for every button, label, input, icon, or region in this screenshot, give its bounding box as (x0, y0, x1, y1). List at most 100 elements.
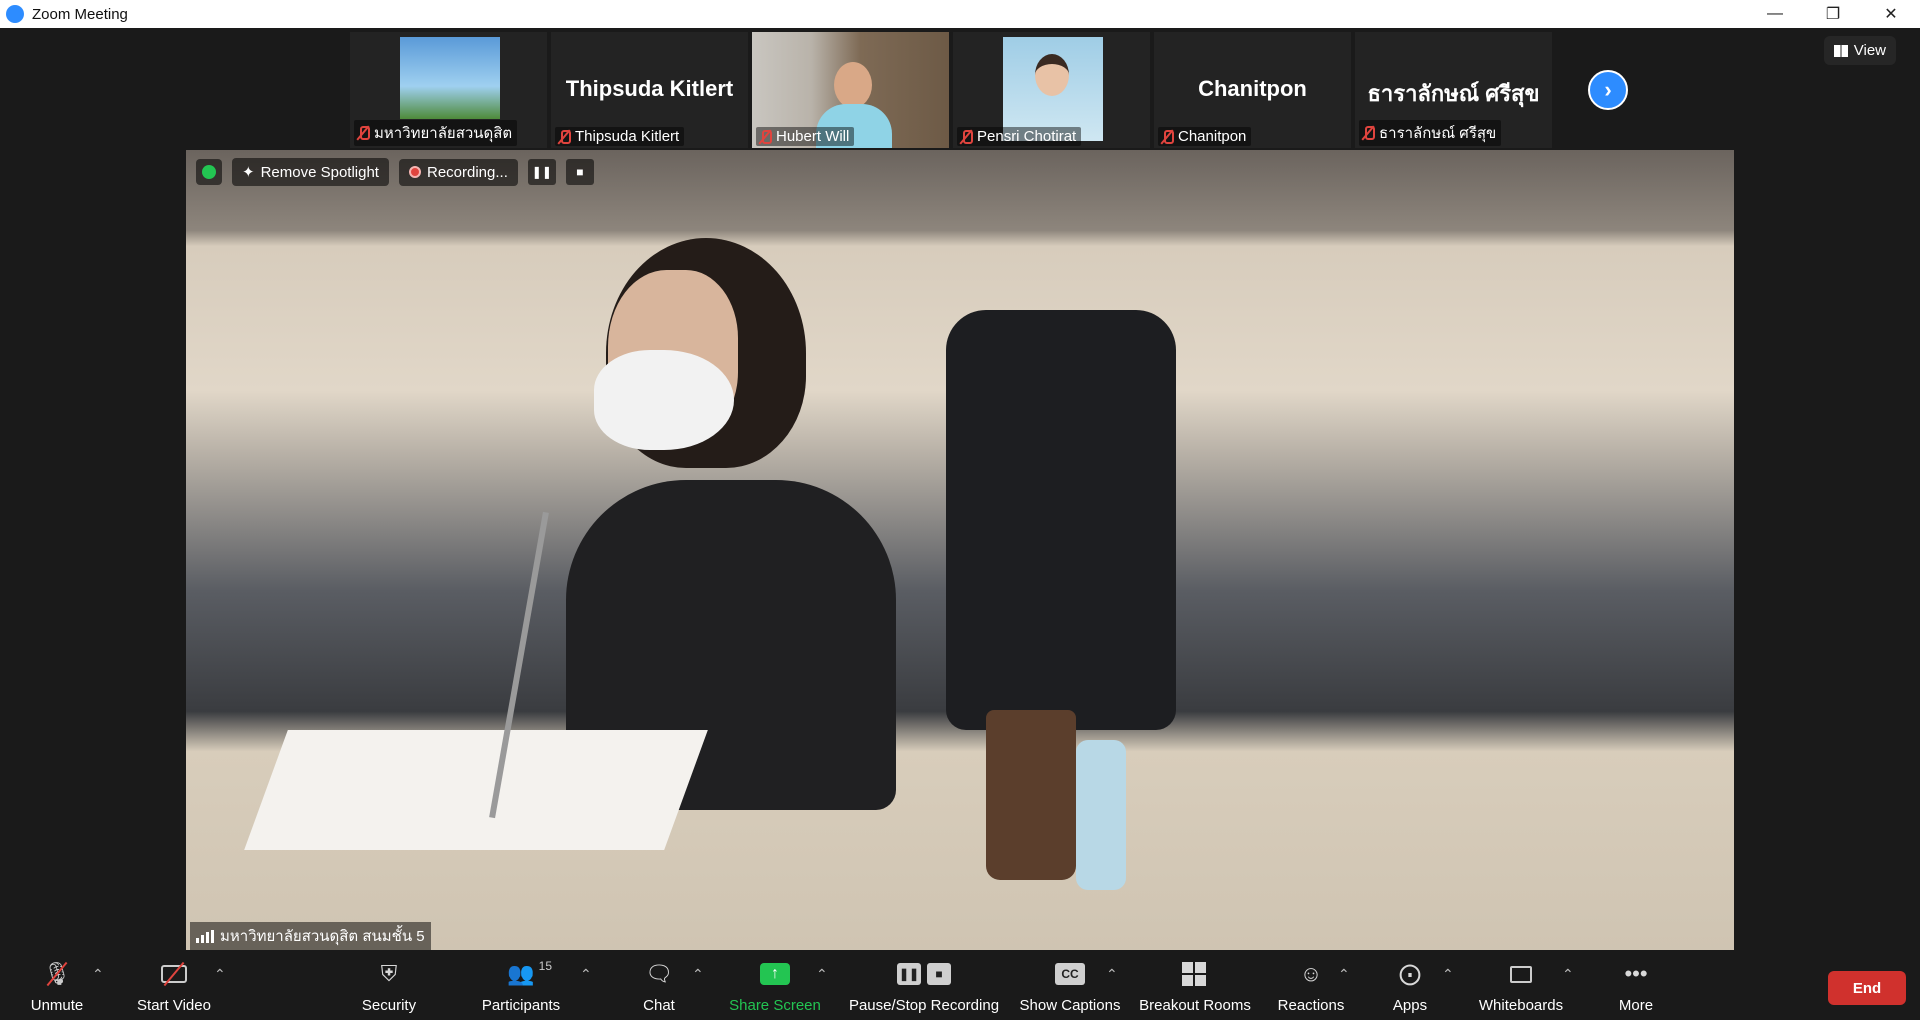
chat-bubble-icon: 🗨 (645, 961, 673, 986)
speaker-name: มหาวิทยาลัยสวนดุสิต สนมชั้น 5 (220, 928, 425, 945)
view-label: View (1853, 42, 1886, 59)
face-mask (594, 350, 734, 450)
speaker-name-tag: มหาวิทยาลัยสวนดุสิต สนมชั้น 5 (190, 922, 431, 950)
reactions-caret-icon[interactable]: ⌃ (1338, 966, 1350, 983)
tile-display-name: ธาราลักษณ์ ศรีสุข (1367, 81, 1540, 106)
more-label: More (1618, 997, 1654, 1014)
whiteboard-icon (1504, 959, 1538, 989)
breakout-rooms-label: Breakout Rooms (1139, 997, 1251, 1014)
apps-button[interactable]: ⨀ Apps (1390, 950, 1430, 1020)
restore-button[interactable]: ❐ (1804, 0, 1862, 28)
whiteboards-button[interactable]: Whiteboards (1476, 950, 1566, 1020)
tile-name-row: Chanitpon (1158, 127, 1252, 146)
remove-spotlight-button[interactable]: ✦ Remove Spotlight (232, 158, 389, 186)
whiteboards-label: Whiteboards (1478, 997, 1564, 1014)
whiteboards-caret-icon[interactable]: ⌃ (1562, 966, 1574, 983)
mic-muted-icon (1160, 129, 1174, 145)
captions-caret-icon[interactable]: ⌃ (1106, 966, 1118, 983)
shield-icon: ⛨ (380, 961, 398, 986)
smiley-icon: ☺ (1299, 961, 1323, 986)
reactions-label: Reactions (1277, 997, 1345, 1014)
chat-label: Chat (643, 997, 675, 1014)
chair-back (946, 310, 1176, 730)
tile-name: Hubert Will (776, 128, 850, 145)
show-captions-button[interactable]: CC Show Captions (1018, 950, 1122, 1020)
breakout-rooms-button[interactable]: Breakout Rooms (1138, 950, 1252, 1020)
people-icon: 👥 15 (507, 959, 552, 986)
grid-icon (1833, 44, 1848, 57)
more-button[interactable]: ••• More (1614, 950, 1658, 1020)
pause-stop-recording-label: Pause/Stop Recording (848, 997, 1000, 1014)
desk-papers (244, 730, 708, 850)
meeting-toolbar: 🎙 Unmute ⌃ Start Video ⌃ ⛨ Security 👥15 … (0, 950, 1920, 1020)
reactions-button[interactable]: ☺ Reactions (1276, 950, 1346, 1020)
mic-muted-icon (959, 129, 973, 145)
tile-name-row: Hubert Will (756, 127, 855, 146)
share-caret-icon[interactable]: ⌃ (816, 966, 828, 983)
show-captions-label: Show Captions (1019, 997, 1121, 1014)
recording-label: Recording... (426, 163, 508, 181)
title-bar: Zoom Meeting — ❐ ✕ (0, 0, 1920, 28)
participant-face (834, 62, 872, 108)
chat-button[interactable]: 🗨 Chat (634, 950, 684, 1020)
mic-muted-icon (356, 125, 370, 141)
unmute-button[interactable]: 🎙 Unmute (24, 950, 90, 1020)
tile-name-row: มหาวิทยาลัยสวนดุสิต (354, 120, 518, 146)
meeting-overlay: ✦ Remove Spotlight Recording... ❚❚ ■ (196, 158, 594, 186)
stop-recording-button[interactable]: ■ (565, 159, 594, 185)
remove-spotlight-label: Remove Spotlight (260, 163, 379, 181)
participants-count: 15 (538, 959, 552, 973)
security-label: Security (361, 997, 417, 1014)
audio-options-caret-icon[interactable]: ⌃ (92, 966, 104, 983)
tile-name: Chanitpon (1178, 128, 1247, 145)
window-controls: — ❐ ✕ (1746, 0, 1920, 28)
share-screen-button[interactable]: ↑ Share Screen (726, 950, 824, 1020)
participant-tile[interactable]: Thipsuda Kitlert Thipsuda Kitlert (551, 32, 748, 148)
participants-caret-icon[interactable]: ⌃ (580, 966, 592, 983)
zoom-logo-icon (6, 5, 24, 23)
tile-name: มหาวิทยาลัยสวนดุสิต (374, 125, 513, 142)
spotlight-video[interactable]: ✦ Remove Spotlight Recording... ❚❚ ■ มหา… (186, 150, 1734, 952)
share-arrow-icon: ↑ (760, 963, 790, 985)
start-video-button[interactable]: Start Video (132, 950, 216, 1020)
chat-caret-icon[interactable]: ⌃ (692, 966, 704, 983)
tile-name-row: ธาราลักษณ์ ศรีสุข (1359, 120, 1502, 146)
participant-tile[interactable]: มหาวิทยาลัยสวนดุสิต (350, 32, 547, 148)
mic-muted-icon (758, 129, 772, 145)
tile-display-name: Chanitpon (1198, 76, 1307, 101)
minimize-button[interactable]: — (1746, 0, 1804, 28)
meeting-area: มหาวิทยาลัยสวนดุสิต Thipsuda Kitlert Thi… (0, 28, 1920, 952)
recording-icon (408, 166, 421, 178)
pause-stop-recording-button[interactable]: ❚❚ ■ Pause/Stop Recording (846, 950, 1002, 1020)
pause-icon: ❚❚ (531, 165, 552, 179)
end-meeting-button[interactable]: End (1828, 971, 1906, 1005)
pause-stop-icon: ❚❚ ■ (894, 959, 954, 989)
view-button[interactable]: View (1823, 36, 1896, 65)
pin-icon: ✦ (242, 164, 255, 181)
apps-caret-icon[interactable]: ⌃ (1442, 966, 1454, 983)
share-screen-label: Share Screen (729, 997, 821, 1014)
unmute-label: Unmute (30, 997, 84, 1014)
participant-face (1035, 54, 1069, 96)
mic-muted-icon (557, 129, 571, 145)
participant-tile[interactable]: Pensri Chotirat (953, 32, 1150, 148)
participants-button[interactable]: 👥 15 Participants (476, 950, 566, 1020)
security-button[interactable]: ⛨ Security (356, 950, 422, 1020)
mic-muted-icon (1361, 125, 1375, 141)
encryption-shield-icon (196, 159, 222, 185)
close-button[interactable]: ✕ (1862, 0, 1920, 28)
participant-tile[interactable]: ธาราลักษณ์ ศรีสุข ธาราลักษณ์ ศรีสุข (1355, 32, 1552, 148)
tile-display-name: Thipsuda Kitlert (565, 76, 734, 101)
tile-name: Thipsuda Kitlert (575, 128, 680, 145)
water-bottle (1076, 740, 1126, 890)
stop-icon: ■ (576, 165, 584, 179)
pause-recording-button[interactable]: ❚❚ (527, 159, 556, 185)
participant-tile[interactable]: Hubert Will (752, 32, 949, 148)
next-page-button[interactable]: › (1588, 70, 1628, 110)
video-options-caret-icon[interactable]: ⌃ (214, 966, 226, 983)
participant-tile[interactable]: Chanitpon Chanitpon (1154, 32, 1351, 148)
participants-label: Participants (481, 997, 561, 1014)
tile-name-row: Pensri Chotirat (957, 127, 1082, 146)
grid-icon (1178, 959, 1212, 989)
ellipsis-icon: ••• (1624, 961, 1648, 986)
